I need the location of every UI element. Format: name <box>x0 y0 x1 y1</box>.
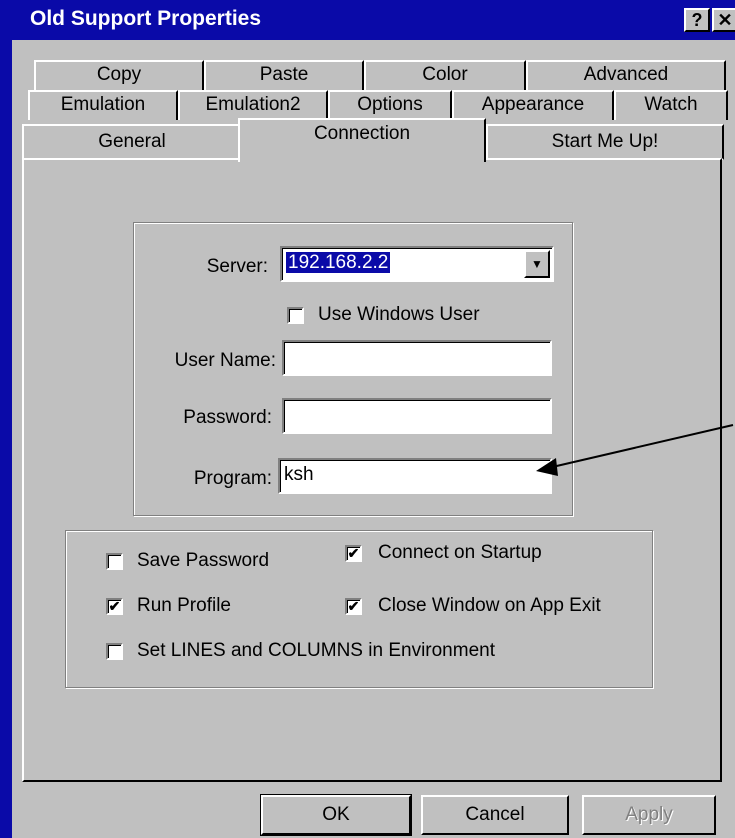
properties-dialog: Old Support Properties ? ✕ Copy Paste Co… <box>0 0 735 838</box>
annotation-arrow-icon <box>536 424 734 476</box>
